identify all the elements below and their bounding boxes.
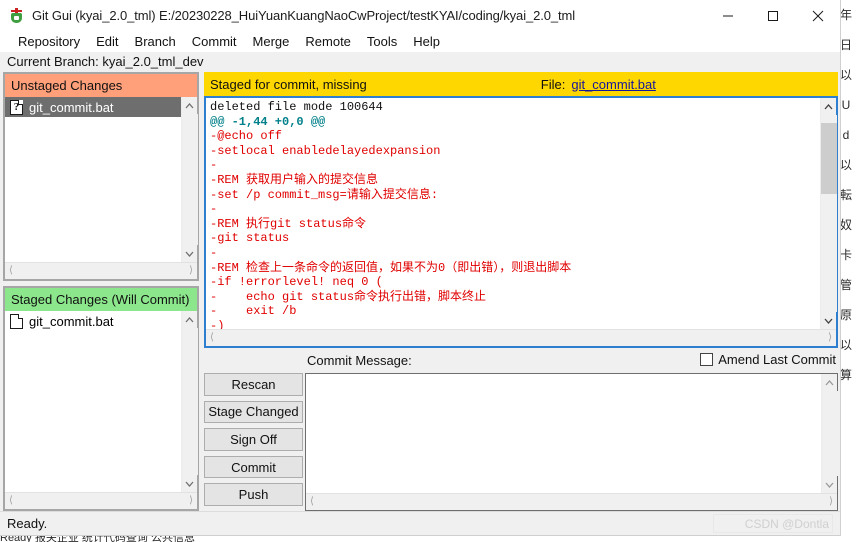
staged-vertical-scrollbar[interactable]: [181, 311, 198, 492]
staged-changes-panel: Staged Changes (Will Commit) git_commit.…: [3, 286, 199, 511]
diff-line-del: - exit /b: [210, 304, 297, 319]
diff-and-commit-column: Staged for commit, missing File: git_com…: [204, 72, 838, 511]
commit-message-bar: Commit Message: Amend Last Commit: [204, 348, 838, 373]
file-name-label: git_commit.bat: [29, 313, 114, 329]
scroll-up-icon[interactable]: [824, 98, 833, 115]
diff-line-plain: deleted file mode 100644: [210, 100, 383, 114]
diff-line-del: -: [210, 245, 218, 260]
commit-area: Rescan Stage Changed Sign Off Commit Push: [204, 373, 838, 511]
git-gui-window: Git Gui (kyai_2.0_tml) E:/20230228_HuiYu…: [0, 0, 841, 536]
diff-line-del: -set /p commit_msg=请输入提交信息:: [210, 187, 439, 202]
diff-line-del: -@echo off: [210, 129, 283, 144]
menu-bar: Repository Edit Branch Commit Merge Remote Too…: [0, 31, 840, 52]
desktop-background: 年日以Ud以転奴卡管原以算 Ready 报关企业 统计代码查询 公共信息 Git…: [0, 0, 857, 542]
sign-off-button[interactable]: Sign Off: [204, 428, 303, 451]
current-branch-bar: Current Branch: kyai_2.0_tml_dev: [0, 52, 840, 72]
scroll-up-icon[interactable]: [185, 311, 194, 328]
rescan-button[interactable]: Rescan: [204, 373, 303, 396]
file-lists-column: Unstaged Changes ? git_commit.bat ⟨ ⟩ St…: [3, 72, 199, 511]
diff-line-del: -git status: [210, 231, 290, 246]
scroll-right-icon[interactable]: ⟩: [829, 497, 833, 507]
menu-item-repository[interactable]: Repository: [10, 31, 88, 52]
scroll-up-icon[interactable]: [825, 374, 834, 391]
scroll-right-icon[interactable]: ⟩: [189, 496, 193, 506]
scroll-up-icon[interactable]: [185, 97, 194, 114]
scroll-right-icon[interactable]: ⟩: [189, 266, 193, 276]
stage-changed-button[interactable]: Stage Changed: [204, 400, 303, 424]
title-bar: Git Gui (kyai_2.0_tml) E:/20230228_HuiYu…: [0, 0, 840, 31]
menu-item-remote[interactable]: Remote: [297, 31, 359, 52]
scroll-right-icon[interactable]: ⟩: [828, 333, 832, 343]
diff-line-del: -setlocal enabledelayedexpansion: [210, 143, 441, 158]
diff-line-del: -REM 执行git status命令: [210, 216, 367, 231]
commit-message-input[interactable]: [306, 374, 821, 493]
scroll-down-icon[interactable]: [825, 476, 834, 493]
menu-item-commit[interactable]: Commit: [184, 31, 245, 52]
question-file-icon: ?: [10, 99, 23, 115]
scroll-down-icon[interactable]: [185, 475, 194, 492]
menu-item-edit[interactable]: Edit: [88, 31, 126, 52]
menu-item-merge[interactable]: Merge: [245, 31, 298, 52]
unstaged-horizontal-scrollbar[interactable]: ⟨ ⟩: [5, 262, 197, 279]
diff-line-del: -REM 检查上一条命令的返回值，如果不为0（即出错），则退出脚本: [210, 260, 572, 275]
amend-last-commit-checkbox[interactable]: Amend Last Commit: [700, 352, 836, 367]
maximize-icon[interactable]: [750, 0, 795, 31]
scroll-left-icon[interactable]: ⟨: [9, 496, 13, 506]
diff-line-del: -: [210, 158, 218, 173]
diff-file-label: File:: [540, 76, 566, 92]
file-icon: [10, 313, 23, 329]
unstaged-changes-panel: Unstaged Changes ? git_commit.bat ⟨ ⟩: [3, 72, 199, 281]
list-item[interactable]: git_commit.bat: [5, 311, 181, 331]
staged-changes-header: Staged Changes (Will Commit): [5, 288, 197, 311]
commit-message-vertical-scrollbar[interactable]: [821, 374, 838, 493]
diff-line-del: -REM 获取用户输入的提交信息: [210, 172, 379, 187]
action-buttons: Rescan Stage Changed Sign Off Commit Push: [204, 373, 305, 511]
diff-header-bar: Staged for commit, missing File: git_com…: [204, 72, 838, 96]
diff-horizontal-scrollbar[interactable]: ⟨ ⟩: [206, 329, 836, 346]
menu-item-tools[interactable]: Tools: [359, 31, 405, 52]
scroll-left-icon[interactable]: ⟨: [9, 266, 13, 276]
diff-line-del: - echo git status命令执行出错，脚本终止: [210, 289, 487, 304]
window-controls: [705, 0, 840, 31]
push-button[interactable]: Push: [204, 483, 303, 506]
staged-file-list[interactable]: git_commit.bat: [5, 311, 198, 492]
status-text: Ready.: [7, 516, 48, 531]
file-name-label: git_commit.bat: [29, 99, 114, 115]
scroll-down-icon[interactable]: [824, 312, 833, 329]
menu-item-help[interactable]: Help: [405, 31, 448, 52]
menu-item-branch[interactable]: Branch: [127, 31, 184, 52]
scroll-left-icon[interactable]: ⟨: [310, 497, 314, 507]
commit-message-box: ⟨ ⟩: [305, 373, 838, 511]
diff-viewer: deleted file mode 100644 @@ -1,44 +0,0 @@…: [204, 96, 838, 348]
scroll-left-icon[interactable]: ⟨: [210, 333, 214, 343]
diff-scroll-thumb[interactable]: [820, 122, 837, 194]
diff-vertical-scrollbar[interactable]: [820, 98, 837, 329]
minimize-icon[interactable]: [705, 0, 750, 31]
unstaged-file-list[interactable]: ? git_commit.bat: [5, 97, 198, 262]
commit-message-label: Commit Message:: [307, 353, 412, 368]
commit-button[interactable]: Commit: [204, 455, 303, 479]
main-body: Unstaged Changes ? git_commit.bat ⟨ ⟩ St…: [0, 72, 840, 511]
diff-text-content[interactable]: deleted file mode 100644 @@ -1,44 +0,0 @@…: [206, 98, 820, 329]
checkbox-box[interactable]: [700, 353, 714, 366]
git-gui-icon: [9, 7, 25, 24]
diff-line-del: -: [210, 202, 218, 217]
list-item[interactable]: ? git_commit.bat: [5, 97, 181, 117]
unstaged-changes-header: Unstaged Changes: [5, 74, 197, 97]
diff-line-del: -): [210, 318, 225, 329]
unstaged-vertical-scrollbar[interactable]: [181, 97, 198, 262]
watermark: CSDN @Dontla: [713, 514, 833, 533]
diff-line-del: -if !errorlevel! neq 0 (: [210, 275, 383, 290]
diff-line-hunk: @@ -1,44 +0,0 @@: [210, 114, 326, 129]
staged-horizontal-scrollbar[interactable]: ⟨ ⟩: [5, 492, 197, 509]
window-title: Git Gui (kyai_2.0_tml) E:/20230228_HuiYu…: [32, 8, 576, 23]
commit-message-horizontal-scrollbar[interactable]: ⟨ ⟩: [306, 493, 837, 510]
status-bar: Ready. CSDN @Dontla: [0, 511, 840, 535]
diff-status-text: Staged for commit, missing: [210, 76, 367, 92]
amend-last-commit-label: Amend Last Commit: [718, 352, 836, 367]
close-icon[interactable]: [795, 0, 840, 31]
scroll-down-icon[interactable]: [185, 245, 194, 262]
diff-file-link[interactable]: git_commit.bat: [571, 77, 656, 92]
